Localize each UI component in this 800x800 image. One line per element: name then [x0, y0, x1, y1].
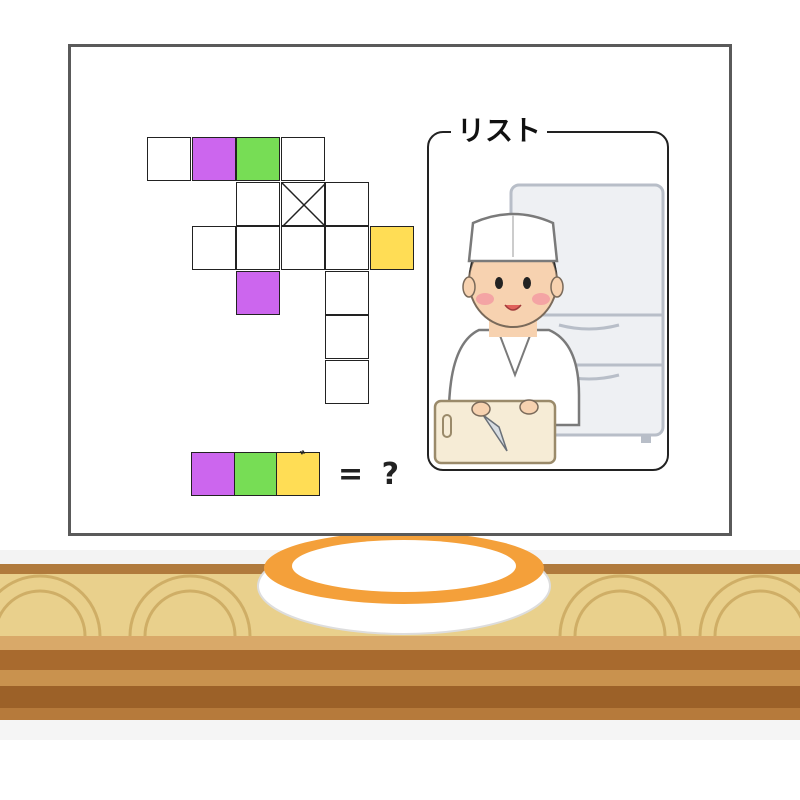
grid-cell: [325, 181, 369, 226]
answer-cells: ゛: [191, 449, 320, 496]
purple-answer-cell: [191, 452, 235, 496]
list-title: リスト: [451, 113, 548, 149]
yellow-answer-cell: ゛: [276, 449, 320, 496]
grid-cell: [325, 359, 369, 404]
grid-cell: [325, 226, 369, 270]
answer-row: ゛ = ?: [191, 451, 403, 497]
green-answer-cell: [233, 452, 278, 496]
sushi-chef-illustration: [433, 183, 665, 465]
grid-cell: [325, 315, 369, 359]
grid-cell: [280, 226, 325, 270]
sushi-plate: [257, 532, 551, 635]
grid-cell: [280, 137, 325, 181]
grid-cell: [325, 270, 369, 315]
grid-cell: [236, 181, 280, 226]
purple-grid-cell: [236, 270, 280, 315]
puzzle-board: ゛ = ? リスト: [68, 44, 732, 536]
purple-grid-cell: [191, 137, 236, 181]
dakuten-mark: ゛: [299, 449, 316, 468]
blocked-cell: [280, 181, 326, 227]
grid-cell: [191, 226, 236, 270]
yellow-grid-cell: [369, 226, 414, 270]
green-grid-cell: [236, 137, 280, 181]
grid-cell: [236, 226, 280, 270]
answer-equals-question: = ?: [338, 456, 403, 492]
grid-cell: [147, 137, 191, 181]
